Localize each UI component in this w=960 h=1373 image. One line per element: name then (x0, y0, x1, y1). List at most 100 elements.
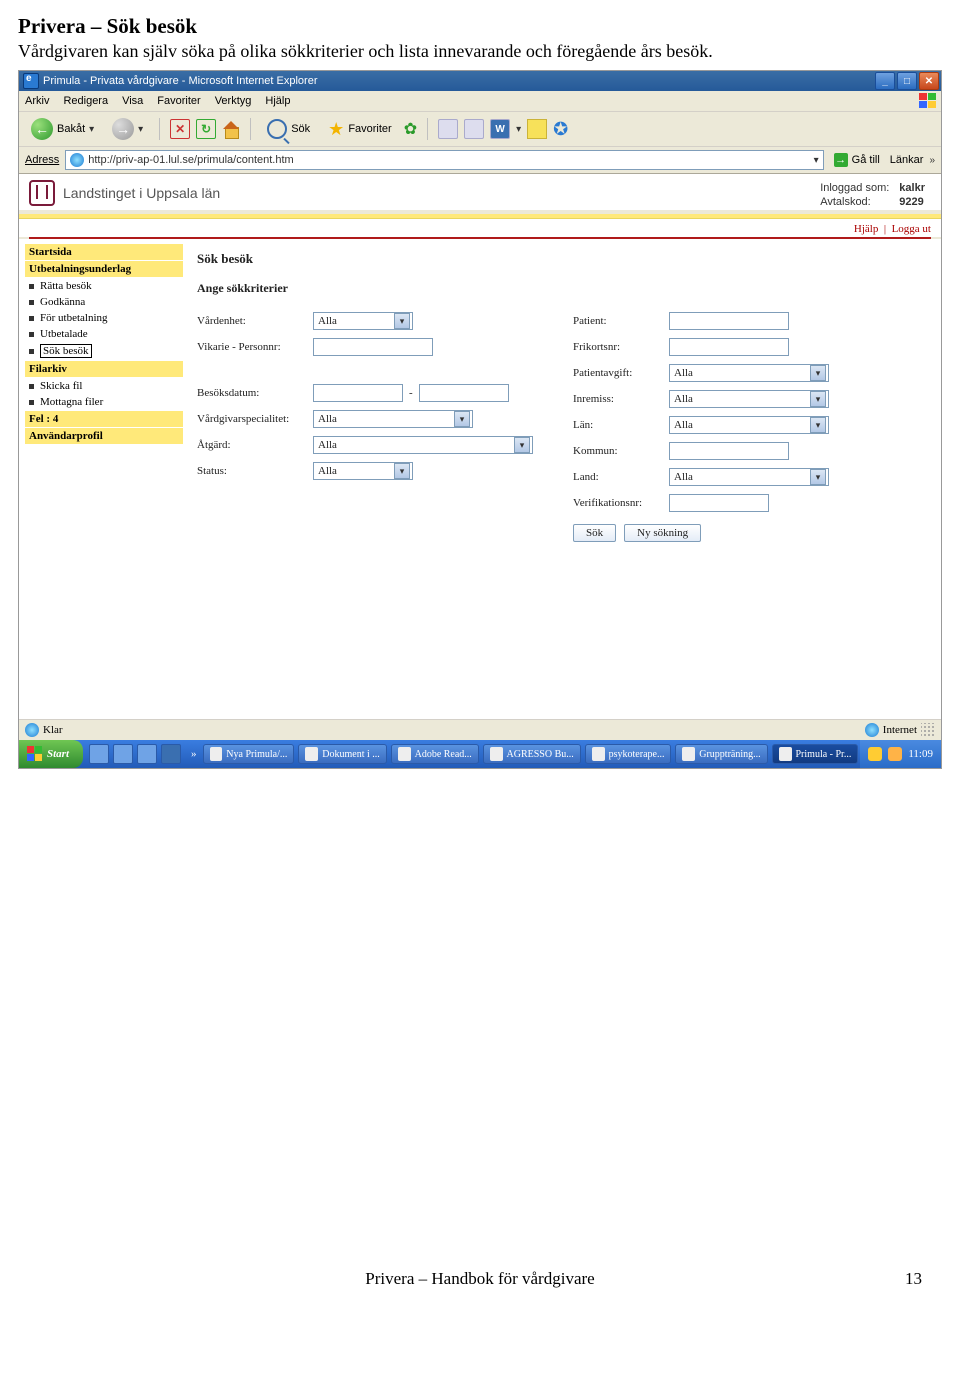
new-search-button[interactable]: Ny sökning (624, 524, 701, 542)
main-content: Sök besök Ange sökkriterier Vårdenhet: A… (183, 239, 941, 719)
tray-icon[interactable] (868, 747, 882, 761)
sidebar-item-profil[interactable]: Användarprofil (25, 428, 183, 444)
sidebar-item-mottagna[interactable]: Mottagna filer (25, 394, 183, 410)
sidebar-item-utbetalade[interactable]: Utbetalade (25, 326, 183, 342)
quicklaunch-icon[interactable] (89, 744, 109, 764)
quicklaunch-icon[interactable] (161, 744, 181, 764)
note-icon[interactable] (527, 119, 547, 139)
messenger-icon[interactable]: ✪ (553, 119, 568, 140)
vikarie-input[interactable] (313, 338, 433, 356)
chevron-down-icon: ▾ (810, 365, 826, 381)
bullet-icon (29, 400, 34, 405)
word-icon[interactable]: W (490, 119, 510, 139)
sidebar-item-forutbetalning[interactable]: För utbetalning (25, 310, 183, 326)
task-button[interactable]: Gruppträning... (675, 744, 767, 764)
search-button[interactable]: Sök (261, 117, 316, 141)
footer-text: Privera – Handbok för vårdgivare (365, 1269, 594, 1288)
status-select[interactable]: Alla▾ (313, 462, 413, 480)
menu-hjalp[interactable]: Hjälp (265, 95, 290, 107)
task-button[interactable]: Nya Primula/... (203, 744, 295, 764)
sidebar-label: Rätta besök (40, 280, 92, 292)
chevron-down-icon[interactable]: ▾ (516, 124, 521, 135)
address-input[interactable]: http://priv-ap-01.lul.se/primula/content… (65, 150, 823, 170)
tray-icon[interactable] (888, 747, 902, 761)
logged-value: kalkr (899, 182, 925, 194)
windows-logo-icon (27, 746, 43, 762)
menu-verktyg[interactable]: Verktyg (215, 95, 252, 107)
land-select[interactable]: Alla▾ (669, 468, 829, 486)
sidebar-item-sokbesok[interactable]: Sök besök (25, 342, 183, 360)
address-dropdown-icon[interactable]: ▾ (814, 155, 819, 166)
select-value: Alla (318, 439, 337, 451)
vardenhet-label: Vårdenhet: (197, 315, 313, 327)
help-link[interactable]: Hjälp (854, 223, 878, 235)
maximize-button[interactable]: □ (897, 72, 917, 90)
close-button[interactable]: ✕ (919, 72, 939, 90)
quicklaunch-icon[interactable] (113, 744, 133, 764)
vardenhet-select[interactable]: Alla ▾ (313, 312, 413, 330)
inremiss-select[interactable]: Alla▾ (669, 390, 829, 408)
start-button[interactable]: Start (19, 740, 83, 768)
sidebar-item-filarkiv[interactable]: Filarkiv (25, 361, 183, 377)
taskbar: Start » Nya Primula/... Dokument i ... A… (19, 740, 941, 768)
sidebar-item-ratta[interactable]: Rätta besök (25, 278, 183, 294)
quicklaunch-icon[interactable] (137, 744, 157, 764)
select-value: Alla (318, 315, 337, 327)
sidebar-item-fel[interactable]: Fel : 4 (25, 411, 183, 427)
besoksdatum-label: Besöksdatum: (197, 387, 313, 399)
avgift-select[interactable]: Alla▾ (669, 364, 829, 382)
specialitet-select[interactable]: Alla▾ (313, 410, 473, 428)
sidebar-item-startsida[interactable]: Startsida (25, 244, 183, 260)
date-to-input[interactable] (419, 384, 509, 402)
window-titlebar: Primula - Privata vårdgivare - Microsoft… (19, 71, 941, 91)
refresh-icon[interactable]: ↻ (196, 119, 216, 139)
task-button[interactable]: psykoterape... (585, 744, 672, 764)
search-button[interactable]: Sök (573, 524, 616, 542)
print-icon[interactable] (464, 119, 484, 139)
atgard-select[interactable]: Alla▾ (313, 436, 533, 454)
links-chevron-icon[interactable]: » (929, 155, 935, 166)
favorites-button[interactable]: ★ Favoriter (322, 118, 398, 140)
code-value: 9229 (899, 196, 923, 208)
forward-button[interactable]: → ▾ (106, 116, 149, 142)
links-label[interactable]: Länkar (890, 154, 924, 166)
menu-visa[interactable]: Visa (122, 95, 143, 107)
section-title: Ange sökkriterier (197, 281, 927, 296)
login-info: Inloggad som:kalkr Avtalskod:9229 (814, 180, 931, 210)
page-icon (25, 723, 39, 737)
home-icon[interactable] (222, 121, 240, 137)
chevron-down-icon: ▾ (394, 313, 410, 329)
date-from-input[interactable] (313, 384, 403, 402)
stop-icon[interactable]: ✕ (170, 119, 190, 139)
sidebar-item-utbetalningsunderlag[interactable]: Utbetalningsunderlag (25, 261, 183, 277)
sidebar-label: För utbetalning (40, 312, 108, 324)
lan-select[interactable]: Alla▾ (669, 416, 829, 434)
menu-redigera[interactable]: Redigera (63, 95, 108, 107)
task-button-active[interactable]: Primula - Pr... (772, 744, 859, 764)
bullet-icon (29, 349, 34, 354)
minimize-button[interactable]: _ (875, 72, 895, 90)
chevron-down-icon: ▾ (394, 463, 410, 479)
frikort-input[interactable] (669, 338, 789, 356)
logout-link[interactable]: Logga ut (892, 223, 931, 235)
menu-arkiv[interactable]: Arkiv (25, 95, 49, 107)
mail-icon[interactable] (438, 119, 458, 139)
history-icon[interactable]: ✿ (404, 119, 417, 139)
go-button[interactable]: → Gå till (830, 152, 884, 168)
back-button[interactable]: ← Bakåt ▾ (25, 116, 100, 142)
task-label: Gruppträning... (699, 749, 760, 760)
kommun-input[interactable] (669, 442, 789, 460)
quicklaunch-expand[interactable]: » (187, 748, 201, 760)
task-button[interactable]: Adobe Read... (391, 744, 479, 764)
menu-favoriter[interactable]: Favoriter (157, 95, 200, 107)
sidebar-item-skicka[interactable]: Skicka fil (25, 378, 183, 394)
verif-input[interactable] (669, 494, 769, 512)
task-button[interactable]: Dokument i ... (298, 744, 386, 764)
patient-input[interactable] (669, 312, 789, 330)
task-button[interactable]: AGRESSO Bu... (483, 744, 581, 764)
kommun-label: Kommun: (573, 445, 669, 457)
sidebar-label: Utbetalade (40, 328, 88, 340)
doc-subtitle: Vårdgivaren kan själv söka på olika sökk… (18, 41, 942, 62)
bullet-icon (29, 384, 34, 389)
sidebar-item-godkanna[interactable]: Godkänna (25, 294, 183, 310)
